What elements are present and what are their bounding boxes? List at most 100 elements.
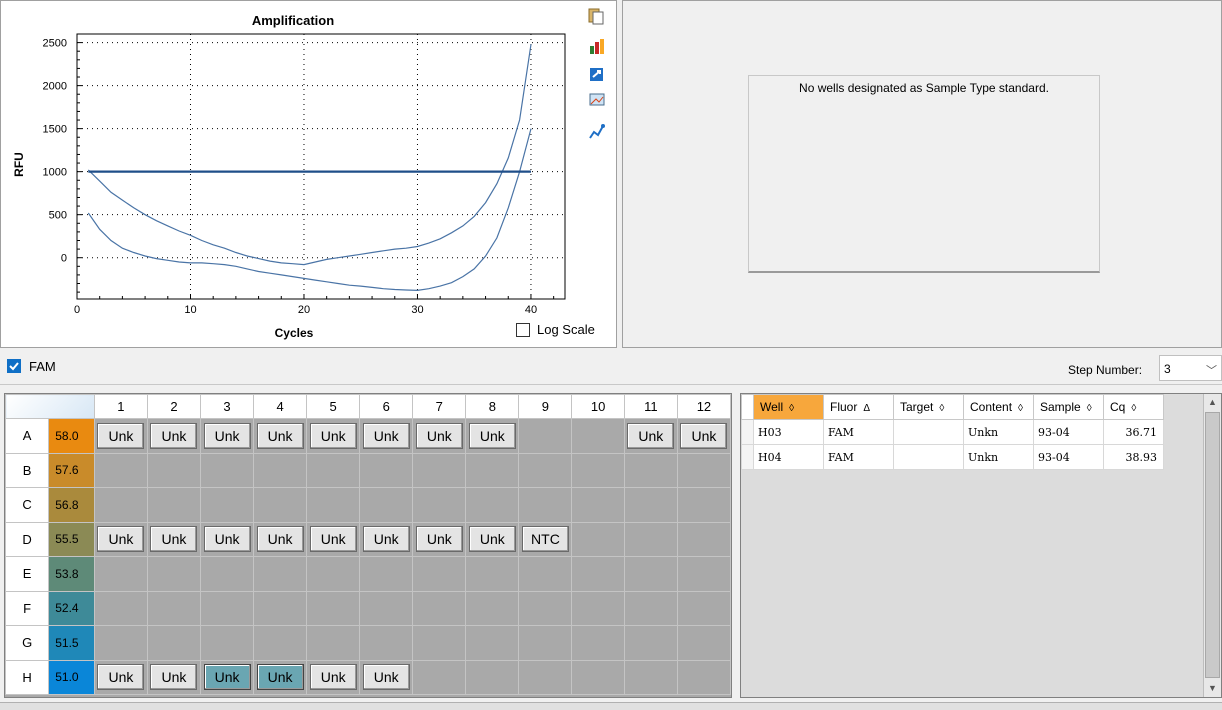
plate-column-header[interactable]: 9 bbox=[518, 394, 573, 419]
plate-column-header[interactable]: 5 bbox=[306, 394, 361, 419]
plate-well[interactable] bbox=[571, 521, 625, 557]
well-content-button[interactable]: Unk bbox=[468, 422, 516, 449]
table-row[interactable]: H03 FAM Unkn 93-04 36.71 bbox=[741, 419, 1164, 445]
plate-column-header[interactable]: 2 bbox=[146, 394, 202, 419]
plate-row-header[interactable]: C bbox=[4, 487, 50, 523]
plate-well[interactable] bbox=[465, 487, 520, 523]
column-header-cq[interactable]: Cq ◊ bbox=[1103, 394, 1164, 420]
plate-corner-cell[interactable] bbox=[5, 394, 95, 419]
well-content-button[interactable]: Unk bbox=[362, 664, 410, 691]
well-content-button[interactable]: Unk bbox=[309, 664, 357, 691]
plate-well[interactable] bbox=[146, 487, 202, 523]
plate-well[interactable] bbox=[200, 590, 255, 626]
plate-well[interactable] bbox=[306, 556, 361, 592]
plate-well[interactable]: Unk bbox=[146, 418, 202, 454]
plate-well[interactable] bbox=[253, 625, 308, 661]
log-scale-toggle[interactable]: Log Scale bbox=[516, 322, 595, 337]
step-number-select[interactable]: 3 ﹀ bbox=[1159, 355, 1222, 381]
plate-well[interactable]: Unk bbox=[200, 659, 255, 695]
plate-well[interactable]: Unk bbox=[200, 418, 255, 454]
plate-column-header[interactable]: 6 bbox=[359, 394, 414, 419]
plate-well[interactable] bbox=[676, 487, 732, 523]
plate-row-header[interactable]: A bbox=[4, 418, 50, 454]
plate-well[interactable] bbox=[518, 590, 573, 626]
plate-well[interactable] bbox=[359, 625, 414, 661]
well-content-button[interactable]: Unk bbox=[680, 422, 728, 449]
plate-well[interactable]: Unk bbox=[146, 659, 202, 695]
plate-well[interactable] bbox=[571, 625, 625, 661]
well-content-button[interactable]: Unk bbox=[150, 526, 198, 553]
plate-well[interactable] bbox=[200, 452, 255, 488]
plate-column-header[interactable]: 12 bbox=[676, 394, 732, 419]
well-content-button[interactable]: Unk bbox=[309, 422, 357, 449]
column-header-sample[interactable]: Sample ◊ bbox=[1033, 394, 1104, 420]
plate-well[interactable] bbox=[571, 659, 625, 695]
plate-well[interactable] bbox=[93, 487, 148, 523]
plate-well[interactable] bbox=[146, 452, 202, 488]
plate-well[interactable]: Unk bbox=[146, 521, 202, 557]
image-icon[interactable] bbox=[588, 91, 606, 109]
plate-well[interactable] bbox=[412, 556, 467, 592]
plate-well[interactable] bbox=[465, 556, 520, 592]
sort-icon[interactable]: ◊ bbox=[1131, 403, 1136, 414]
plate-well[interactable]: Unk bbox=[465, 521, 520, 557]
plate-well[interactable] bbox=[465, 452, 520, 488]
plate-well[interactable] bbox=[676, 556, 732, 592]
plate-well[interactable] bbox=[623, 590, 678, 626]
plate-well[interactable] bbox=[200, 487, 255, 523]
plate-well[interactable] bbox=[306, 590, 361, 626]
plate-well[interactable] bbox=[412, 590, 467, 626]
plate-well[interactable] bbox=[359, 487, 414, 523]
plate-well[interactable] bbox=[359, 452, 414, 488]
plate-well[interactable] bbox=[306, 452, 361, 488]
well-content-button[interactable]: Unk bbox=[362, 422, 410, 449]
plate-well[interactable]: Unk bbox=[412, 418, 467, 454]
plate-well[interactable] bbox=[93, 556, 148, 592]
plate-well[interactable] bbox=[253, 556, 308, 592]
plate-well[interactable] bbox=[93, 590, 148, 626]
plate-well[interactable] bbox=[306, 487, 361, 523]
plate-well[interactable]: Unk bbox=[676, 418, 732, 454]
table-row[interactable]: H04 FAM Unkn 93-04 38.93 bbox=[741, 444, 1164, 470]
well-content-button[interactable]: Unk bbox=[203, 664, 251, 691]
well-content-button[interactable]: Unk bbox=[203, 422, 251, 449]
plate-well[interactable]: Unk bbox=[93, 521, 148, 557]
chart-settings-icon[interactable] bbox=[588, 37, 606, 55]
plate-well[interactable] bbox=[146, 625, 202, 661]
well-content-button[interactable]: Unk bbox=[203, 526, 251, 553]
well-content-button[interactable]: Unk bbox=[309, 526, 357, 553]
plate-well[interactable] bbox=[571, 418, 625, 454]
plate-well[interactable] bbox=[200, 625, 255, 661]
plate-well[interactable]: Unk bbox=[412, 521, 467, 557]
plate-well[interactable] bbox=[571, 556, 625, 592]
row-selector[interactable] bbox=[741, 419, 754, 445]
plate-well[interactable] bbox=[676, 521, 732, 557]
well-content-button[interactable]: Unk bbox=[415, 422, 463, 449]
plate-well[interactable] bbox=[518, 625, 573, 661]
plate-well[interactable] bbox=[412, 625, 467, 661]
plate-well[interactable] bbox=[518, 418, 573, 454]
plate-well[interactable]: Unk bbox=[306, 521, 361, 557]
export-icon[interactable] bbox=[588, 65, 606, 83]
plate-well[interactable]: NTC bbox=[518, 521, 573, 557]
plate-well[interactable]: Unk bbox=[359, 418, 414, 454]
plate-well[interactable] bbox=[676, 659, 732, 695]
copy-icon[interactable] bbox=[588, 7, 606, 25]
plate-well[interactable] bbox=[518, 556, 573, 592]
plate-well[interactable] bbox=[623, 625, 678, 661]
plate-well[interactable] bbox=[93, 625, 148, 661]
plate-well[interactable] bbox=[93, 452, 148, 488]
plate-well[interactable] bbox=[412, 452, 467, 488]
plate-well[interactable] bbox=[518, 659, 573, 695]
sort-icon[interactable]: ◊ bbox=[1018, 403, 1023, 414]
series-icon[interactable] bbox=[588, 123, 606, 141]
well-content-button[interactable]: Unk bbox=[468, 526, 516, 553]
plate-well[interactable]: Unk bbox=[359, 521, 414, 557]
well-content-button[interactable]: Unk bbox=[627, 422, 675, 449]
sort-icon[interactable]: ◊ bbox=[939, 403, 944, 414]
plate-well[interactable] bbox=[676, 590, 732, 626]
well-content-button[interactable]: Unk bbox=[97, 664, 145, 691]
well-content-button[interactable]: Unk bbox=[256, 664, 304, 691]
plate-well[interactable] bbox=[518, 487, 573, 523]
plate-well[interactable] bbox=[623, 487, 678, 523]
